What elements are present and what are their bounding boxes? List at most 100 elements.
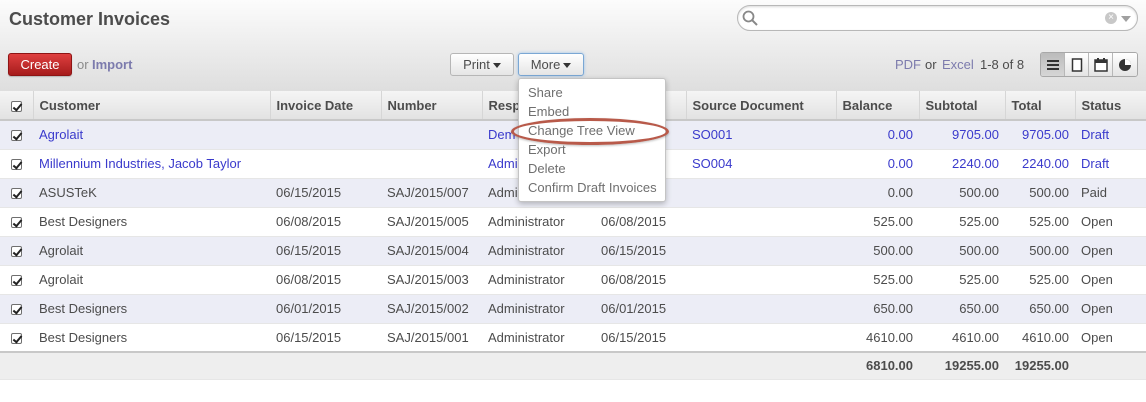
clear-search-icon[interactable]: × — [1105, 12, 1117, 24]
column-header-total[interactable]: Total — [1005, 91, 1076, 121]
column-header-invoice-date[interactable]: Invoice Date — [270, 91, 382, 121]
cell-status: Draft — [1075, 120, 1146, 150]
cell-source — [686, 236, 836, 266]
cell-balance: 500.00 — [836, 236, 919, 266]
cell-invoice-date: 06/08/2015 — [270, 265, 381, 295]
view-switcher — [1040, 52, 1138, 77]
cell-customer: Best Designers — [33, 207, 270, 237]
column-header-customer[interactable]: Customer — [33, 91, 271, 121]
cell-balance: 525.00 — [836, 265, 919, 295]
cell-customer: Agrolait — [33, 236, 270, 266]
row-checkbox[interactable] — [0, 120, 33, 150]
checkbox-checked-icon — [11, 246, 22, 258]
table-row[interactable]: Best Designers 06/01/2015 SAJ/2015/002 Admi… — [0, 294, 1146, 324]
row-checkbox[interactable] — [0, 323, 33, 353]
checkbox-checked-icon — [11, 130, 22, 142]
cell-status: Open — [1075, 236, 1146, 266]
cell-balance: 650.00 — [836, 294, 919, 324]
table-row[interactable]: Best Designers 06/08/2015 SAJ/2015/005 Admi… — [0, 207, 1146, 237]
cell-total: 650.00 — [1005, 294, 1075, 324]
row-checkbox[interactable] — [0, 236, 33, 266]
cell-balance: 4610.00 — [836, 323, 919, 353]
list-view-button[interactable] — [1041, 53, 1065, 76]
cell-due-date: 06/08/2015 — [595, 207, 686, 237]
table-row[interactable]: Agrolait 06/15/2015 SAJ/2015/004 Administra… — [0, 236, 1146, 266]
cell-balance: 0.00 — [836, 120, 919, 150]
import-link[interactable]: Import — [92, 57, 132, 72]
menu-item-share[interactable]: Share — [528, 85, 563, 100]
cell-responsible: Administrator — [482, 207, 595, 237]
menu-item-embed[interactable]: Embed — [528, 104, 569, 119]
chevron-down-icon — [563, 63, 572, 69]
cell-subtotal: 525.00 — [919, 207, 1005, 237]
menu-item-delete[interactable]: Delete — [528, 161, 566, 176]
cell-status: Open — [1075, 294, 1146, 324]
highlight-annotation — [511, 118, 669, 145]
checkbox-checked-icon — [11, 304, 22, 316]
cell-number: SAJ/2015/007 — [381, 178, 482, 208]
row-checkbox[interactable] — [0, 178, 33, 208]
checkbox-checked-icon — [11, 217, 22, 229]
cell-invoice-date — [270, 149, 381, 179]
menu-item-confirm-draft-invoices[interactable]: Confirm Draft Invoices — [528, 180, 657, 195]
row-checkbox[interactable] — [0, 149, 33, 179]
export-excel-link[interactable]: Excel — [942, 57, 974, 72]
checkbox-checked-icon — [11, 332, 22, 344]
menu-item-export[interactable]: Export — [528, 142, 566, 157]
cell-balance: 525.00 — [836, 207, 919, 237]
checkbox-checked-icon — [10, 100, 22, 112]
cell-source — [686, 323, 836, 353]
cell-total: 4610.00 — [1005, 323, 1075, 353]
print-button-label: Print — [463, 57, 490, 72]
checkbox-checked-icon — [11, 188, 22, 200]
cell-subtotal: 500.00 — [919, 178, 1005, 208]
row-checkbox[interactable] — [0, 294, 33, 324]
total-balance: 6810.00 — [836, 351, 919, 380]
select-all-checkbox[interactable] — [0, 91, 34, 121]
cell-number: SAJ/2015/001 — [381, 323, 482, 353]
page-title: Customer Invoices — [9, 9, 171, 29]
cell-total: 500.00 — [1005, 236, 1075, 266]
print-button[interactable]: Print — [450, 53, 514, 76]
total-subtotal: 19255.00 — [919, 351, 1005, 380]
column-header-source-document[interactable]: Source Document — [686, 91, 837, 121]
cell-invoice-date: 06/08/2015 — [270, 207, 381, 237]
table-row[interactable]: Best Designers 06/15/2015 SAJ/2015/001 Admi… — [0, 323, 1146, 353]
cell-subtotal: 525.00 — [919, 265, 1005, 295]
cell-customer: Millennium Industries, Jacob Taylor — [33, 149, 270, 179]
cell-subtotal: 9705.00 — [919, 120, 1005, 150]
cell-subtotal: 2240.00 — [919, 149, 1005, 179]
export-pdf-link[interactable]: PDF — [895, 57, 921, 72]
cell-source — [686, 294, 836, 324]
cell-total: 525.00 — [1005, 265, 1075, 295]
row-checkbox[interactable] — [0, 265, 33, 295]
calendar-view-button[interactable] — [1089, 53, 1113, 76]
cell-status: Draft — [1075, 149, 1146, 179]
search-options-icon[interactable] — [1121, 16, 1131, 22]
column-header-balance[interactable]: Balance — [836, 91, 920, 121]
cell-source — [686, 265, 836, 295]
cell-number — [381, 120, 482, 150]
cell-number: SAJ/2015/004 — [381, 236, 482, 266]
cell-source — [686, 207, 836, 237]
cell-responsible: Administrator — [482, 323, 595, 353]
form-view-button[interactable] — [1065, 53, 1089, 76]
table-row[interactable]: Agrolait 06/08/2015 SAJ/2015/003 Administra… — [0, 265, 1146, 295]
row-checkbox[interactable] — [0, 207, 33, 237]
cell-number: SAJ/2015/002 — [381, 294, 482, 324]
cell-invoice-date: 06/15/2015 — [270, 236, 381, 266]
cell-status: Open — [1075, 207, 1146, 237]
create-button[interactable]: Create — [8, 53, 72, 76]
cell-subtotal: 650.00 — [919, 294, 1005, 324]
totals-row: 6810.00 19255.00 19255.00 — [0, 351, 1146, 380]
cell-subtotal: 500.00 — [919, 236, 1005, 266]
checkbox-checked-icon — [11, 159, 22, 171]
column-header-subtotal[interactable]: Subtotal — [919, 91, 1006, 121]
column-header-number[interactable]: Number — [381, 91, 483, 121]
column-header-status[interactable]: Status — [1075, 91, 1146, 121]
or-label-2: or — [925, 57, 937, 72]
graph-view-button[interactable] — [1113, 53, 1137, 76]
pager-value[interactable]: 1-8 of 8 — [980, 57, 1024, 72]
more-button[interactable]: More — [518, 53, 584, 76]
search-input[interactable]: × — [737, 5, 1138, 31]
